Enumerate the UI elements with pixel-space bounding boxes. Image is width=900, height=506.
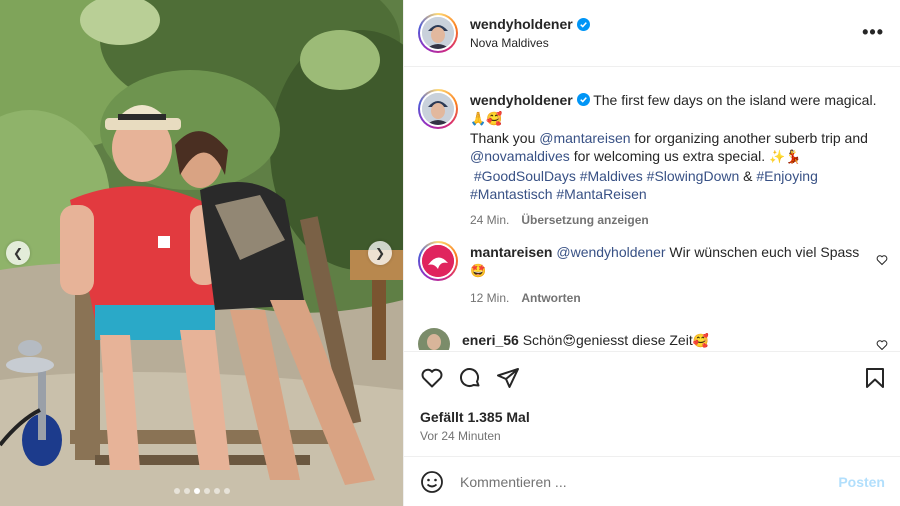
add-comment-bar: Posten [404,456,900,506]
post-location[interactable]: Nova Maldives [470,36,590,50]
author-username-text[interactable]: wendyholdener [470,16,573,32]
post-actions: Gefällt 1.385 Mal Vor 24 Minuten [404,351,900,456]
comment-text-b: geniesst diese Zeit [575,332,693,348]
post-header: wendyholdener Nova Maldives ••• [404,0,900,67]
verified-badge-icon [576,93,590,106]
comment-emoji-a: 😍 [562,334,576,349]
comments-section: wendyholdener The first few days on the … [404,68,900,350]
photo-scene [0,0,403,506]
caption-username[interactable]: wendyholdener [470,92,573,108]
carousel-indicator [0,488,403,494]
comment-time[interactable]: 12 Min. [470,289,509,307]
manta-logo-icon [422,245,454,277]
hashtag-maldives[interactable]: #Maldives [580,168,643,184]
caption-thanks-end: for welcoming us extra special. [569,148,770,164]
commenter-avatar[interactable] [418,328,450,350]
comment-emoji: 🤩 [470,264,487,279]
author-username[interactable]: wendyholdener [470,16,590,32]
save-bookmark-icon[interactable] [863,366,887,390]
hashtag-mantastisch[interactable]: #Mantastisch [470,186,552,202]
chevron-left-icon: ❮ [12,246,24,260]
carousel-dot [203,488,210,494]
like-comment-heart-icon[interactable] [876,254,888,266]
like-comment-heart-icon[interactable] [876,339,888,350]
post-timestamp[interactable]: Vor 24 Minuten [420,429,501,443]
comment-bubble-icon[interactable] [458,366,482,390]
verified-badge-icon [576,17,590,31]
commenter-username[interactable]: mantareisen [470,244,552,260]
carousel-next-button[interactable]: ❯ [368,241,392,265]
hashtag-slowingdown[interactable]: #SlowingDown [647,168,740,184]
carousel-dot [173,488,180,494]
post-photo[interactable]: ❮ ❯ [0,0,403,506]
translate-link[interactable]: Übersetzung anzeigen [521,211,648,229]
comment-text: Wir wünschen euch viel Spass [665,244,860,260]
avatar-photo [418,328,450,350]
hashtag-mantareisen[interactable]: #MantaReisen [556,186,646,202]
like-heart-icon[interactable] [420,366,444,390]
caption-line1: The first few days on the island were ma… [593,92,877,108]
caption-thanks-mid: for organizing another suberb trip and [630,130,868,146]
instagram-post-modal: ❮ ❯ wendyholdener Nova Maldives ••• wend… [0,0,900,506]
comment-text-a: Schön [518,332,563,348]
carousel-dot [193,488,200,494]
caption-thanks-emoji: ✨💃 [769,150,802,165]
avatar-photo [422,17,454,49]
post-comment-button[interactable]: Posten [838,474,885,490]
chevron-right-icon: ❯ [374,246,386,260]
comment-item: eneri_56 Schön😍geniesst diese Zeit🥰 [418,328,888,350]
caption-thanks-prefix: Thank you [470,130,540,146]
caption-line1-emoji: 🙏🥰 [470,112,503,127]
comment-input[interactable] [460,473,839,490]
more-options-icon[interactable]: ••• [862,22,884,43]
hashtag-goodsouldays[interactable]: #GoodSoulDays [474,168,576,184]
reply-button[interactable]: Antworten [521,289,580,307]
mention-mantareisen[interactable]: @mantareisen [539,130,630,146]
comment-emoji-b: 🥰 [692,334,709,349]
caption-avatar[interactable] [418,89,458,129]
mention-novamaldives[interactable]: @novamaldives [470,148,570,164]
likes-count[interactable]: Gefällt 1.385 Mal [420,409,530,425]
caption: wendyholdener The first few days on the … [418,89,888,229]
carousel-dot [223,488,230,494]
share-paper-plane-icon[interactable] [496,366,520,390]
commenter-avatar[interactable] [418,241,458,281]
author-avatar[interactable] [418,13,458,53]
mention-wendyholdener[interactable]: @wendyholdener [556,244,665,260]
caption-ampersand: & [739,168,757,184]
carousel-prev-button[interactable]: ❮ [6,241,30,265]
commenter-username[interactable]: eneri_56 [462,332,519,348]
comment-item: mantareisen @wendyholdener Wir wünschen … [418,241,888,307]
caption-time[interactable]: 24 Min. [470,211,509,229]
avatar-photo [422,93,454,125]
emoji-smiley-icon[interactable] [420,470,444,494]
carousel-dot [213,488,220,494]
post-side-panel: wendyholdener Nova Maldives ••• wendyhol… [403,0,900,506]
hashtag-enjoying[interactable]: #Enjoying [756,168,818,184]
carousel-dot [183,488,190,494]
